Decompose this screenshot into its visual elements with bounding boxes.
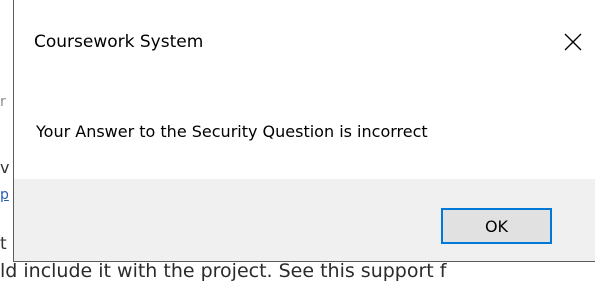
dialog-title: Coursework System bbox=[34, 32, 204, 52]
background-text-fragment: r bbox=[0, 94, 6, 110]
close-icon bbox=[564, 33, 582, 51]
dialog-message: Your Answer to the Security Question is … bbox=[36, 122, 428, 141]
background-text-fragment: t bbox=[0, 234, 7, 254]
dialog-button-bar: OK bbox=[14, 179, 595, 261]
background-text-line: ld include it with the project. See this… bbox=[0, 262, 595, 284]
dialog-content: Your Answer to the Security Question is … bbox=[14, 86, 595, 179]
dialog-titlebar[interactable]: Coursework System bbox=[14, 0, 595, 86]
message-dialog: Coursework System Your Answer to the Sec… bbox=[13, 0, 595, 262]
background-text-line-content: ld include it with the project. See this… bbox=[0, 262, 447, 282]
close-button[interactable] bbox=[551, 20, 595, 64]
background-text-fragment: v bbox=[0, 158, 10, 177]
background-link-fragment: p bbox=[0, 187, 9, 203]
ok-button[interactable]: OK bbox=[441, 208, 552, 244]
